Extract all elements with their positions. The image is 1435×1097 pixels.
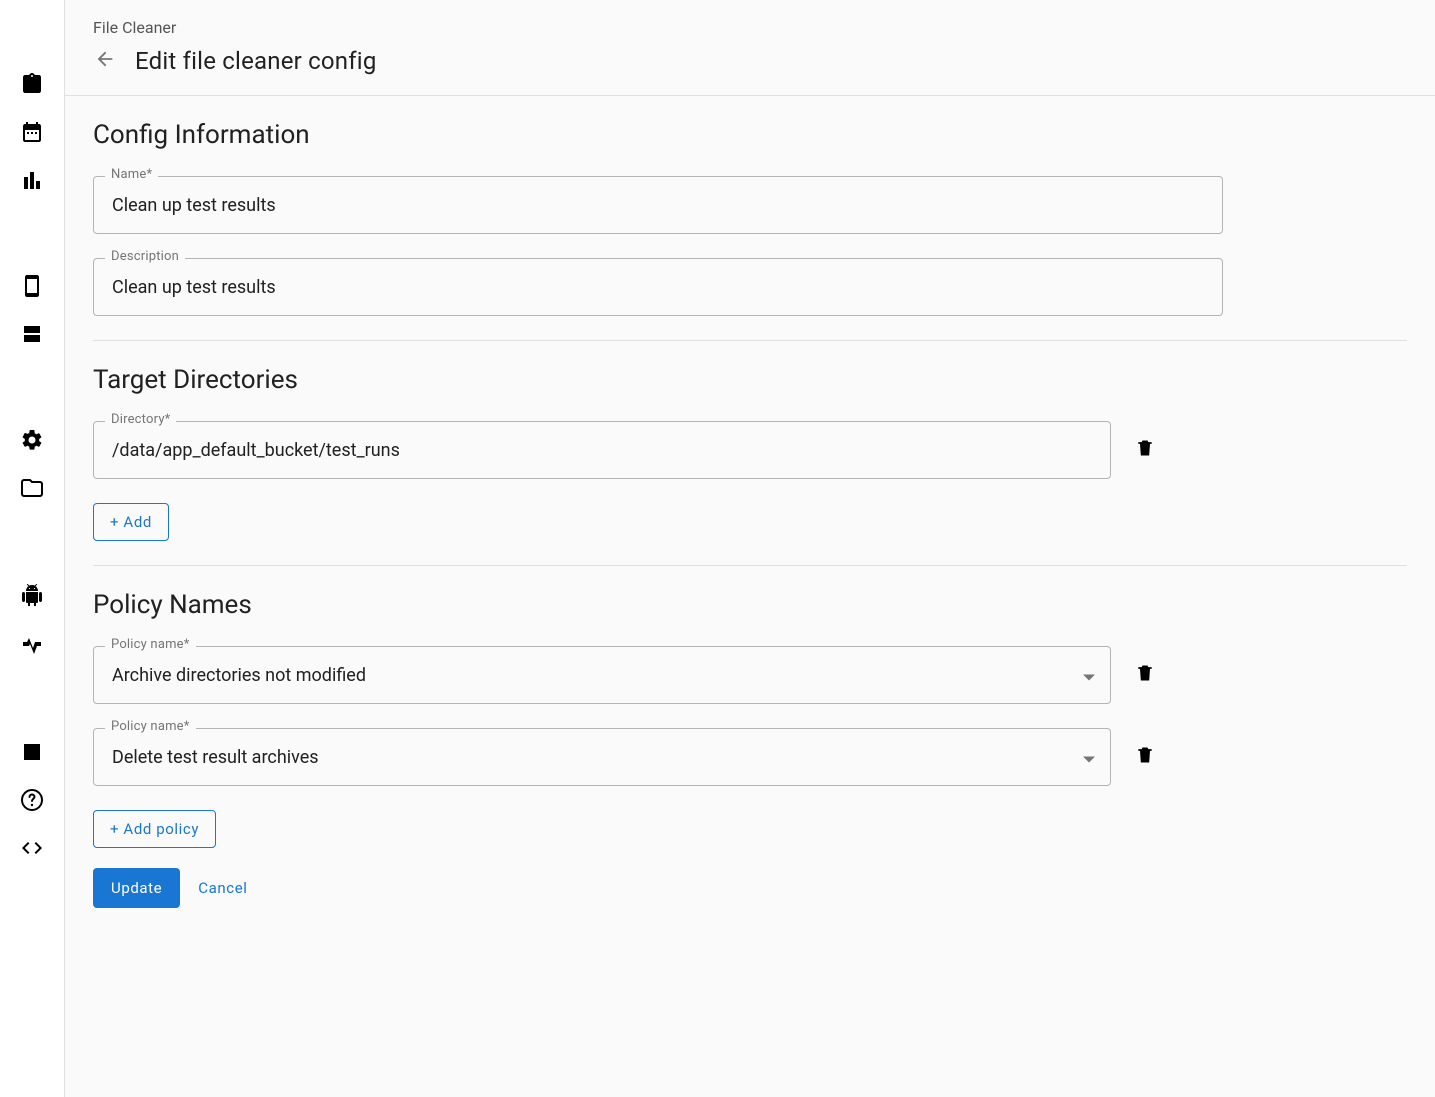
- nav-note[interactable]: [8, 730, 56, 778]
- policy-label: Policy name*: [105, 637, 196, 652]
- page-header: File Cleaner Edit file cleaner config: [65, 0, 1435, 96]
- health-icon: [20, 632, 44, 660]
- nav-smartphone[interactable]: [8, 264, 56, 312]
- breadcrumb: File Cleaner: [93, 18, 1407, 37]
- trash-icon: [1135, 744, 1155, 770]
- description-field-wrap: Description: [93, 258, 1223, 316]
- divider: [93, 565, 1407, 566]
- arrow-left-icon: [94, 48, 116, 74]
- nav-folder[interactable]: [8, 466, 56, 514]
- delete-directory-button[interactable]: [1133, 438, 1157, 462]
- nav-android[interactable]: [8, 574, 56, 622]
- nav-calendar[interactable]: [8, 110, 56, 158]
- policy-select-value: Archive directories not modified: [112, 665, 366, 686]
- policy-row: Policy name* Delete test result archives: [93, 728, 1407, 786]
- policy-label: Policy name*: [105, 719, 196, 734]
- gear-icon: [20, 428, 44, 456]
- add-directory-button[interactable]: + Add: [93, 503, 169, 541]
- sidebar: [0, 0, 65, 1097]
- trash-icon: [1135, 662, 1155, 688]
- note-icon: [20, 740, 44, 768]
- code-icon: [20, 836, 44, 864]
- trash-icon: [1135, 437, 1155, 463]
- nav-health[interactable]: [8, 622, 56, 670]
- directory-label: Directory*: [105, 412, 176, 427]
- name-input[interactable]: [93, 176, 1223, 234]
- divider: [93, 340, 1407, 341]
- delete-policy-button-0[interactable]: [1133, 663, 1157, 687]
- policy-row: Policy name* Archive directories not mod…: [93, 646, 1407, 704]
- form-actions: Update Cancel: [93, 868, 1407, 908]
- nav-server[interactable]: [8, 312, 56, 360]
- android-icon: [20, 584, 44, 612]
- cancel-button[interactable]: Cancel: [198, 879, 247, 897]
- policy-select-0[interactable]: Archive directories not modified: [93, 646, 1111, 704]
- section-title-config: Config Information: [93, 120, 1407, 150]
- nav-clipboard[interactable]: [8, 62, 56, 110]
- smartphone-icon: [20, 274, 44, 302]
- back-button[interactable]: [93, 49, 117, 73]
- bar-chart-icon: [20, 168, 44, 196]
- policy-select-1[interactable]: Delete test result archives: [93, 728, 1111, 786]
- nav-settings[interactable]: [8, 418, 56, 466]
- clipboard-icon: [20, 72, 44, 100]
- name-label: Name*: [105, 167, 158, 182]
- help-icon: [20, 788, 44, 816]
- name-field-wrap: Name*: [93, 176, 1223, 234]
- nav-help[interactable]: [8, 778, 56, 826]
- policy-select-value: Delete test result archives: [112, 747, 319, 768]
- server-icon: [20, 322, 44, 350]
- directory-row: Directory*: [93, 421, 1407, 479]
- description-label: Description: [105, 249, 185, 264]
- page-title: Edit file cleaner config: [135, 47, 377, 75]
- directory-input[interactable]: [93, 421, 1111, 479]
- section-title-target-dirs: Target Directories: [93, 365, 1407, 395]
- update-button[interactable]: Update: [93, 868, 180, 908]
- description-input[interactable]: [93, 258, 1223, 316]
- nav-bar-chart[interactable]: [8, 158, 56, 206]
- main-panel: File Cleaner Edit file cleaner config Co…: [65, 0, 1435, 1097]
- calendar-icon: [20, 120, 44, 148]
- section-title-policies: Policy Names: [93, 590, 1407, 620]
- delete-policy-button-1[interactable]: [1133, 745, 1157, 769]
- folder-icon: [20, 476, 44, 504]
- nav-code[interactable]: [8, 826, 56, 874]
- add-policy-button[interactable]: + Add policy: [93, 810, 216, 848]
